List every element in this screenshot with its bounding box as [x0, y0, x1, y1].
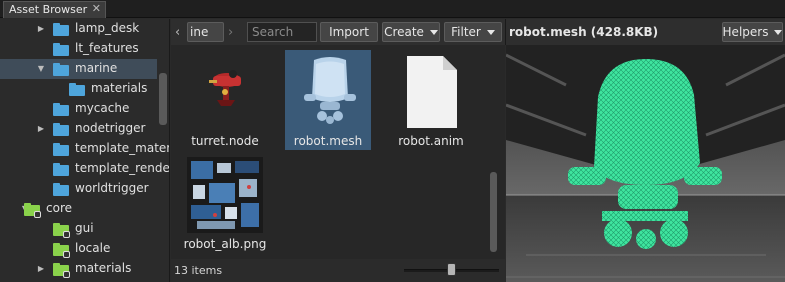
collapse-arrow-icon[interactable]: ▼ — [36, 64, 46, 73]
tree-item-label: mycache — [75, 101, 130, 115]
folder-icon — [53, 143, 69, 156]
folder-icon — [53, 183, 69, 196]
tree-item-label: nodetrigger — [75, 121, 146, 135]
tree-item-core[interactable]: ▼core — [0, 199, 157, 219]
locked-folder-icon — [53, 223, 70, 238]
expand-arrow-icon[interactable]: ▶ — [36, 124, 46, 133]
create-dropdown[interactable]: Create — [382, 22, 440, 42]
import-button[interactable]: Import — [320, 22, 378, 42]
create-dropdown-label: Create — [384, 25, 424, 39]
search-input[interactable] — [247, 22, 317, 42]
tree-item-label: template_rende... — [75, 161, 170, 175]
tree-item-lamp-desk[interactable]: ▶ lamp_desk — [0, 19, 157, 39]
tree-scrollbar[interactable] — [159, 73, 167, 125]
tab-bar: Asset Browser ✕ — [0, 0, 785, 18]
file-name: robot.mesh — [293, 134, 363, 148]
tab-title: Asset Browser — [9, 3, 88, 16]
tree-item-label: materials — [91, 81, 148, 95]
tree-item-label: marine — [75, 61, 118, 75]
helpers-dropdown[interactable]: Helpers — [722, 22, 783, 42]
tree-item-gui[interactable]: gui — [0, 219, 157, 239]
folder-icon — [53, 123, 69, 136]
import-button-label: Import — [329, 25, 369, 39]
forward-arrow-icon[interactable]: › — [228, 22, 242, 42]
tree-item-template-mater[interactable]: template_mater... — [0, 139, 169, 159]
tree-item-label: template_mater... — [75, 141, 170, 155]
folder-icon — [69, 83, 85, 96]
folder-icon — [53, 163, 69, 176]
tree-item-materials[interactable]: ▶ materials — [0, 259, 157, 279]
document-icon — [407, 56, 457, 128]
tree-item-locale[interactable]: locale — [0, 239, 157, 259]
file-item-robot-anim[interactable]: robot.anim — [388, 50, 474, 150]
tree-item-worldtrigger[interactable]: worldtrigger — [0, 179, 157, 199]
file-item-robot-alb-png[interactable]: robot_alb.png — [182, 153, 268, 253]
tree-item-label: locale — [75, 241, 111, 255]
tree-item-mycache[interactable]: mycache — [0, 99, 157, 119]
grid-scrollbar[interactable] — [490, 172, 497, 252]
thumbnail-size-slider-handle[interactable] — [447, 263, 456, 276]
tree-item-template-rende[interactable]: template_rende... — [0, 159, 169, 179]
locked-folder-icon — [24, 203, 41, 218]
filter-dropdown-label: Filter — [451, 25, 481, 39]
locked-folder-icon — [53, 243, 70, 258]
file-name: robot.anim — [398, 134, 464, 148]
tree-item-marine[interactable]: ▼ marine — [0, 59, 157, 79]
folder-icon — [53, 23, 69, 36]
file-item-robot-mesh[interactable]: robot.mesh — [285, 50, 371, 150]
folder-tree: ▶ lamp_desk lt_features ▼ marine materials myc… — [0, 19, 170, 282]
status-bar: 13 items — [171, 259, 505, 282]
locked-folder-icon — [53, 263, 70, 278]
tree-item-label: lamp_desk — [75, 21, 140, 35]
helpers-dropdown-label: Helpers — [722, 25, 769, 39]
robot-mesh-thumbnail — [304, 57, 356, 124]
folder-icon — [53, 43, 69, 56]
tree-item-label: lt_features — [75, 41, 139, 55]
file-name: robot_alb.png — [183, 237, 267, 251]
tab-asset-browser[interactable]: Asset Browser ✕ — [3, 1, 106, 18]
expand-arrow-icon[interactable]: ▶ — [36, 264, 46, 273]
browser-toolbar: ‹ ine › Import Create Filter — [171, 19, 505, 45]
tree-item-label: worldtrigger — [75, 181, 149, 195]
tree-item-lt-features[interactable]: lt_features — [0, 39, 157, 59]
folder-icon — [53, 103, 69, 116]
file-item-turret-node[interactable]: turret.node — [182, 50, 268, 150]
mesh-preview-viewport[interactable] — [506, 45, 785, 282]
tree-item-label: gui — [75, 221, 94, 235]
preview-title: robot.mesh (428.8KB) — [509, 25, 659, 39]
tree-item-label: core — [46, 201, 72, 215]
expand-arrow-icon[interactable]: ▶ — [36, 24, 46, 33]
tree-item-label: materials — [75, 261, 132, 275]
texture-thumbnail — [187, 157, 263, 233]
tree-item-materials[interactable]: materials — [0, 79, 157, 99]
path-breadcrumb[interactable]: ine — [187, 22, 224, 42]
file-grid: turret.node robot.mesh robot.anim robot_… — [171, 45, 505, 259]
close-icon[interactable]: ✕ — [92, 2, 101, 15]
turret-node-thumbnail — [187, 54, 263, 130]
item-count: 13 items — [174, 264, 223, 277]
robot-wireframe-render — [506, 45, 785, 282]
filter-dropdown[interactable]: Filter — [444, 22, 502, 42]
file-name: turret.node — [191, 134, 259, 148]
tree-item-nodetrigger[interactable]: ▶ nodetrigger — [0, 119, 157, 139]
folder-icon — [53, 63, 69, 76]
path-breadcrumb-label: ine — [190, 25, 209, 39]
preview-header: robot.mesh (428.8KB) Helpers — [505, 19, 785, 45]
